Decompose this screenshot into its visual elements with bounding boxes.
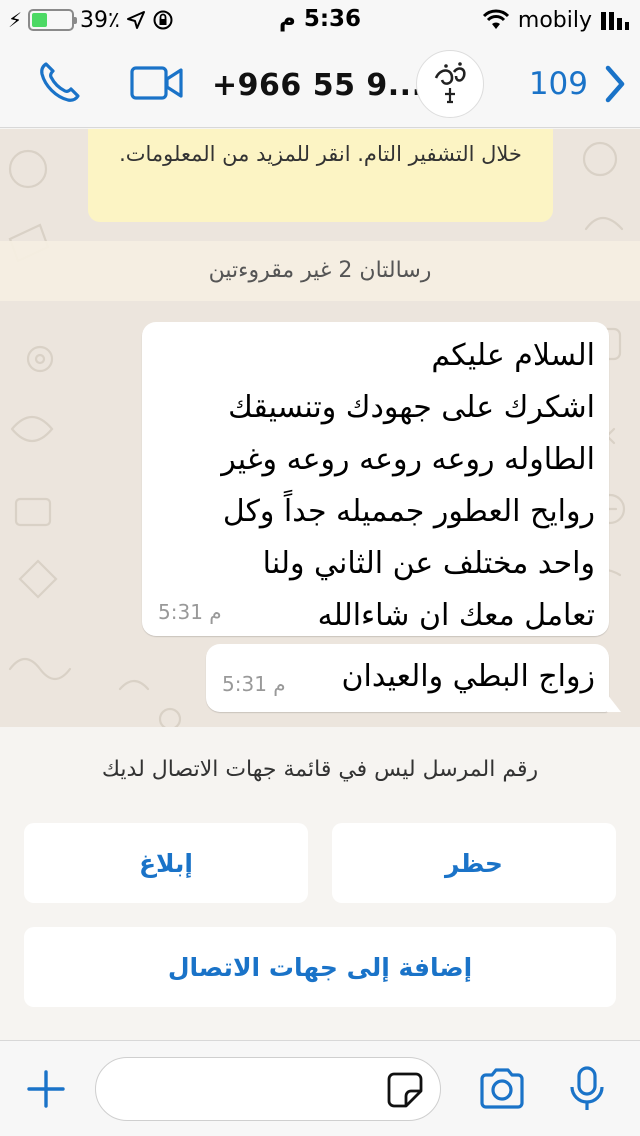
report-button[interactable]: إبلاغ xyxy=(24,823,308,903)
camera-button[interactable] xyxy=(478,1067,526,1115)
status-right: mobily xyxy=(482,6,630,34)
message-time: م 5:31 xyxy=(222,672,286,696)
chat-area[interactable]: خلال التشفير التام. انقر للمزيد من المعل… xyxy=(0,129,640,727)
message-text: السلام عليكم اشكرك على جهودك وتنسيقك الط… xyxy=(221,338,595,633)
unread-messages-banner: رسالتان 2 غير مقروءتين xyxy=(0,241,640,301)
wifi-icon xyxy=(482,9,509,29)
video-camera-icon xyxy=(130,66,183,100)
contact-avatar-logo-icon xyxy=(434,62,466,104)
status-bar: ⚡ 39٪ 5:36 م mobily xyxy=(0,0,640,40)
unread-chats-count: 109 xyxy=(528,66,588,102)
contact-avatar[interactable] xyxy=(416,50,484,118)
sticker-icon xyxy=(387,1072,423,1108)
phone-icon xyxy=(40,62,80,102)
contact-name[interactable]: +966 55 9... xyxy=(212,68,423,103)
unknown-sender-panel: رقم المرسل ليس في قائمة جهات الاتصال لدي… xyxy=(0,727,640,1040)
chevron-right-icon xyxy=(605,65,625,103)
message-time: م 5:31 xyxy=(158,600,222,624)
sticker-button[interactable] xyxy=(386,1071,424,1113)
chat-header: +966 55 9... 109 xyxy=(0,40,640,128)
video-call-button[interactable] xyxy=(130,64,184,106)
voice-call-button[interactable] xyxy=(36,58,84,110)
plus-icon xyxy=(27,1070,65,1108)
voice-message-button[interactable] xyxy=(568,1065,606,1117)
encryption-notice[interactable]: خلال التشفير التام. انقر للمزيد من المعل… xyxy=(88,129,553,222)
message-bubble[interactable]: زواج البطي والعيدان م 5:31 xyxy=(206,644,621,712)
back-button[interactable]: 109 xyxy=(529,62,626,106)
bubble-tail xyxy=(607,694,621,712)
attach-button[interactable] xyxy=(26,1069,66,1113)
signal-bars-icon xyxy=(601,12,629,30)
block-button[interactable]: حظر xyxy=(332,823,616,903)
camera-icon xyxy=(480,1068,524,1109)
unknown-sender-note: رقم المرسل ليس في قائمة جهات الاتصال لدي… xyxy=(101,757,539,782)
carrier-name: mobily xyxy=(517,7,592,33)
add-to-contacts-button[interactable]: إضافة إلى جهات الاتصال xyxy=(24,927,616,1007)
message-bubble[interactable]: السلام عليكم اشكرك على جهودك وتنسيقك الط… xyxy=(142,322,609,636)
microphone-icon xyxy=(570,1066,604,1110)
message-composer xyxy=(0,1040,640,1136)
